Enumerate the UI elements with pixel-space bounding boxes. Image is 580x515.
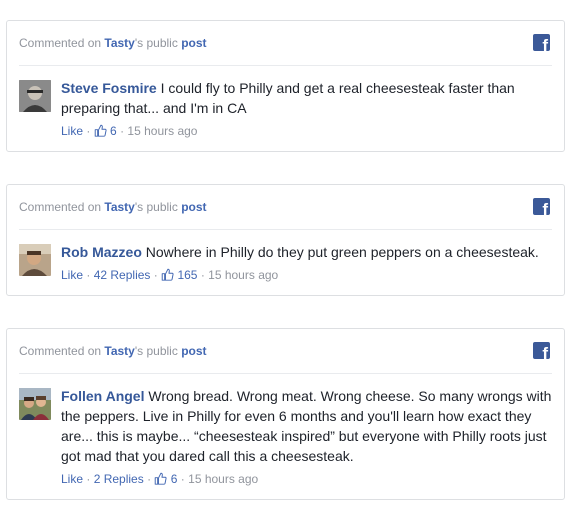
facebook-icon[interactable]: f xyxy=(533,198,550,215)
post-link[interactable]: post xyxy=(181,344,206,358)
card-header: Commented on Tasty's public post f xyxy=(19,21,552,66)
comment-author[interactable]: Steve Fosmire xyxy=(61,80,157,96)
page-link[interactable]: Tasty xyxy=(104,344,134,358)
avatar[interactable] xyxy=(19,80,51,112)
facebook-icon[interactable]: f xyxy=(533,342,550,359)
thumbs-up-icon[interactable] xyxy=(154,472,167,485)
like-link[interactable]: Like xyxy=(61,124,83,138)
page-link[interactable]: Tasty xyxy=(104,200,134,214)
header-prefix: Commented on xyxy=(19,36,102,50)
avatar[interactable] xyxy=(19,388,51,420)
comment-meta: Like · 42 Replies · 165 · 15 hours ago xyxy=(61,268,279,282)
comment-body: Follen Angel Wrong bread. Wrong meat. Wr… xyxy=(61,386,552,466)
post-link[interactable]: post xyxy=(181,200,206,214)
comment-timestamp[interactable]: 15 hours ago xyxy=(208,268,278,282)
post-link[interactable]: post xyxy=(181,36,206,50)
header-possessive: 's public xyxy=(134,344,178,358)
comment-author[interactable]: Rob Mazzeo xyxy=(61,244,142,260)
like-link[interactable]: Like xyxy=(61,268,83,282)
comment: Follen Angel Wrong bread. Wrong meat. Wr… xyxy=(7,374,564,499)
replies-link[interactable]: 42 Replies xyxy=(94,268,151,282)
page-link[interactable]: Tasty xyxy=(104,36,134,50)
card-header: Commented on Tasty's public post f xyxy=(19,185,552,230)
comment-body: Steve Fosmire I could fly to Philly and … xyxy=(61,78,552,118)
comment-timestamp[interactable]: 15 hours ago xyxy=(188,472,258,486)
comment-card: Commented on Tasty's public post f Steve… xyxy=(6,20,565,152)
header-possessive: 's public xyxy=(134,200,178,214)
comment-meta: Like · 6 · 15 hours ago xyxy=(61,124,198,138)
comment-card: Commented on Tasty's public post f Rob M… xyxy=(6,184,565,296)
comment-body: Rob Mazzeo Nowhere in Philly do they put… xyxy=(61,242,552,262)
comment-timestamp[interactable]: 15 hours ago xyxy=(127,124,197,138)
header-prefix: Commented on xyxy=(19,200,102,214)
replies-link[interactable]: 2 Replies xyxy=(94,472,144,486)
comment-author[interactable]: Follen Angel xyxy=(61,388,144,404)
like-count[interactable]: 6 xyxy=(171,472,178,486)
avatar[interactable] xyxy=(19,244,51,276)
like-count[interactable]: 6 xyxy=(110,124,117,138)
like-count[interactable]: 165 xyxy=(177,268,197,282)
comment: Rob Mazzeo Nowhere in Philly do they put… xyxy=(7,230,564,295)
comment: Steve Fosmire I could fly to Philly and … xyxy=(7,66,564,151)
thumbs-up-icon[interactable] xyxy=(161,268,174,281)
card-header: Commented on Tasty's public post f xyxy=(19,329,552,374)
header-possessive: 's public xyxy=(134,36,178,50)
facebook-icon[interactable]: f xyxy=(533,34,550,51)
comment-meta: Like · 2 Replies · 6 · 15 hours ago xyxy=(61,472,259,486)
header-prefix: Commented on xyxy=(19,344,102,358)
like-link[interactable]: Like xyxy=(61,472,83,486)
comment-card: Commented on Tasty's public post f Folle… xyxy=(6,328,565,500)
thumbs-up-icon[interactable] xyxy=(94,124,107,137)
comment-text: Nowhere in Philly do they put green pepp… xyxy=(145,244,539,260)
